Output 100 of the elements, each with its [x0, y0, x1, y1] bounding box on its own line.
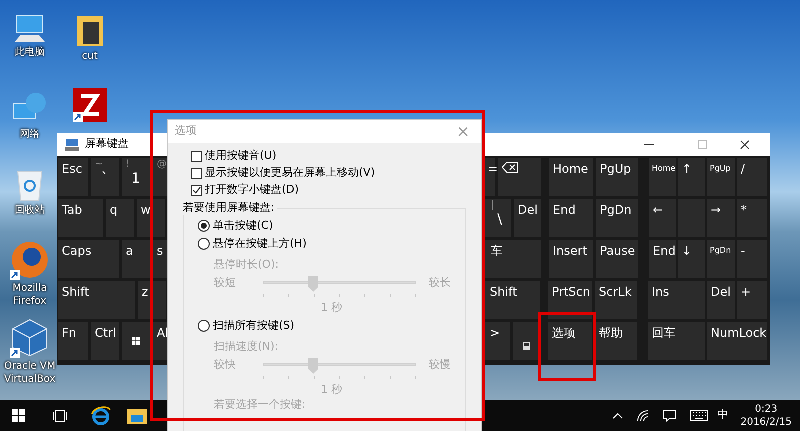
- shortcut-arrow-icon: [73, 112, 83, 122]
- keyboard-key[interactable]: 帮助: [595, 322, 637, 360]
- keyboard-key[interactable]: 回车: [648, 322, 705, 360]
- input-method-indicator[interactable]: 中: [718, 407, 729, 424]
- desktop-icon-label[interactable]: Mozilla Firefox: [0, 282, 60, 308]
- close-icon[interactable]: [740, 140, 750, 150]
- slider-reading: 1 秒: [321, 301, 342, 315]
- fade-icon: [523, 342, 530, 350]
- backspace-icon: [502, 162, 518, 173]
- keyboard-key[interactable]: Shift: [483, 281, 540, 319]
- checkbox-label[interactable]: 显示按键以便更易在屏幕上移动(V): [205, 164, 376, 182]
- checkbox-label[interactable]: 打开数字小键盘(D): [205, 182, 300, 198]
- footer-label: 若要选择一个按键:: [213, 398, 307, 412]
- keyboard-key[interactable]: ←: [649, 199, 676, 237]
- folder-icon[interactable]: [127, 406, 147, 424]
- keyboard-key[interactable]: PgUp: [596, 158, 638, 196]
- keyboard-key[interactable]: Ins: [648, 281, 705, 319]
- cube-icon: [10, 318, 50, 358]
- folder-icon: [75, 14, 105, 48]
- radio-label[interactable]: 扫描所有按键(S): [213, 318, 295, 334]
- radio-button[interactable]: [198, 220, 210, 232]
- start-icon: [12, 409, 25, 422]
- checkbox[interactable]: [191, 168, 202, 178]
- keyboard-key[interactable]: Ctrl: [91, 322, 119, 360]
- checkbox[interactable]: [191, 150, 202, 162]
- shortcut-arrow-icon: [10, 270, 20, 280]
- computer-icon: [13, 14, 47, 44]
- keyboard-key[interactable]: -: [737, 240, 767, 278]
- keyboard-key[interactable]: NumLock: [707, 322, 767, 360]
- desktop-icon-label[interactable]: cut: [82, 50, 98, 63]
- keyboard-key[interactable]: Del: [514, 199, 541, 237]
- keyboard-key[interactable]: Al: [153, 322, 167, 360]
- keyboard-key[interactable]: PgUp: [707, 158, 735, 196]
- keyboard-key[interactable]: End: [549, 199, 593, 237]
- keyboard-key[interactable]: Shift: [58, 281, 135, 319]
- slider[interactable]: [263, 358, 416, 380]
- keyboard-key[interactable]: [122, 322, 150, 360]
- setting-label: 悬停时长(O):: [214, 258, 280, 272]
- notification-icon[interactable]: [662, 410, 676, 422]
- keyboard-key[interactable]: [498, 158, 541, 196]
- setting-label: 扫描速度(N):: [214, 340, 280, 354]
- keyboard-key[interactable]: →: [707, 199, 735, 237]
- window-title: 屏幕键盘: [85, 136, 129, 152]
- dialog-title: 选项: [175, 123, 197, 140]
- slider-max-label: 较慢: [429, 358, 451, 372]
- windows-logo-icon: [132, 337, 140, 345]
- checkbox-label[interactable]: 使用按键音(U): [205, 148, 277, 164]
- keyboard-key[interactable]: Pause: [596, 240, 638, 278]
- keyboard-key[interactable]: PrtScn: [548, 281, 592, 319]
- checkbox[interactable]: [191, 184, 202, 196]
- keyboard-key[interactable]: ↑: [678, 158, 705, 196]
- keyboard-key[interactable]: Home: [549, 158, 593, 196]
- keyboard-key[interactable]: | \: [484, 199, 511, 237]
- keyboard-key[interactable]: s: [153, 240, 167, 278]
- group-title: 若要使用屏幕键盘:: [183, 201, 277, 215]
- app-icon: [73, 88, 107, 122]
- shortcut-arrow-icon: [10, 348, 20, 358]
- radio-button[interactable]: [198, 320, 210, 332]
- keyboard-key[interactable]: [513, 322, 540, 360]
- keyboard-key[interactable]: Insert: [549, 240, 593, 278]
- keyboard-key[interactable]: a: [122, 240, 150, 278]
- keyboard-key[interactable]: Caps: [58, 240, 119, 278]
- keyboard-key[interactable]: @: [153, 158, 167, 196]
- slider[interactable]: [263, 276, 416, 298]
- keyboard-key[interactable]: 选项: [548, 322, 592, 360]
- keyboard-key[interactable]: ! 1: [122, 158, 150, 196]
- radio-label[interactable]: 单击按键(C): [213, 218, 274, 234]
- checkmark-icon: [192, 186, 200, 194]
- slider-min-label: 较短: [214, 276, 237, 290]
- keyboard-key[interactable]: /: [737, 158, 767, 196]
- wifi-icon[interactable]: [636, 410, 651, 422]
- keyboard-key[interactable]: ↓: [678, 240, 705, 278]
- clock[interactable]: 0:23 2016/2/15: [740, 402, 792, 428]
- keyboard-key[interactable]: ScrLk: [595, 281, 637, 319]
- keyboard-key[interactable]: 车: [484, 240, 541, 278]
- keyboard-monitor-icon: [65, 138, 79, 150]
- keyboard-key[interactable]: Tab: [58, 199, 103, 237]
- desktop-icon-label[interactable]: 此电脑: [15, 46, 45, 59]
- chevron-up-icon[interactable]: [612, 412, 623, 418]
- keyboard-key[interactable]: PgDn: [596, 199, 638, 237]
- slider-min-label: 较快: [214, 358, 237, 372]
- keyboard-key[interactable]: Home: [649, 158, 676, 196]
- slider-reading: 1 秒: [321, 383, 342, 397]
- task-view-icon[interactable]: [53, 410, 67, 422]
- radio-label[interactable]: 悬停在按键上方(H): [213, 236, 307, 252]
- keyboard-key[interactable]: q: [106, 199, 134, 237]
- radio-button[interactable]: [198, 238, 210, 250]
- keyboard-key[interactable]: End: [649, 240, 676, 278]
- keyboard-key[interactable]: Esc: [58, 158, 88, 196]
- browser-globe-icon: [10, 240, 50, 280]
- keyboard-icon[interactable]: [690, 410, 708, 421]
- browser-icon[interactable]: [91, 406, 111, 426]
- keyboard-key[interactable]: ~ `: [91, 158, 119, 196]
- keyboard-key[interactable]: Fn: [58, 322, 88, 360]
- keyboard-key[interactable]: Del: [707, 281, 735, 319]
- keyboard-key[interactable]: *: [737, 199, 767, 237]
- keyboard-key[interactable]: PgDn: [707, 240, 735, 278]
- keyboard-key[interactable]: +: [737, 281, 767, 319]
- keyboard-key[interactable]: >: [483, 322, 510, 360]
- slider-max-label: 较长: [429, 276, 451, 290]
